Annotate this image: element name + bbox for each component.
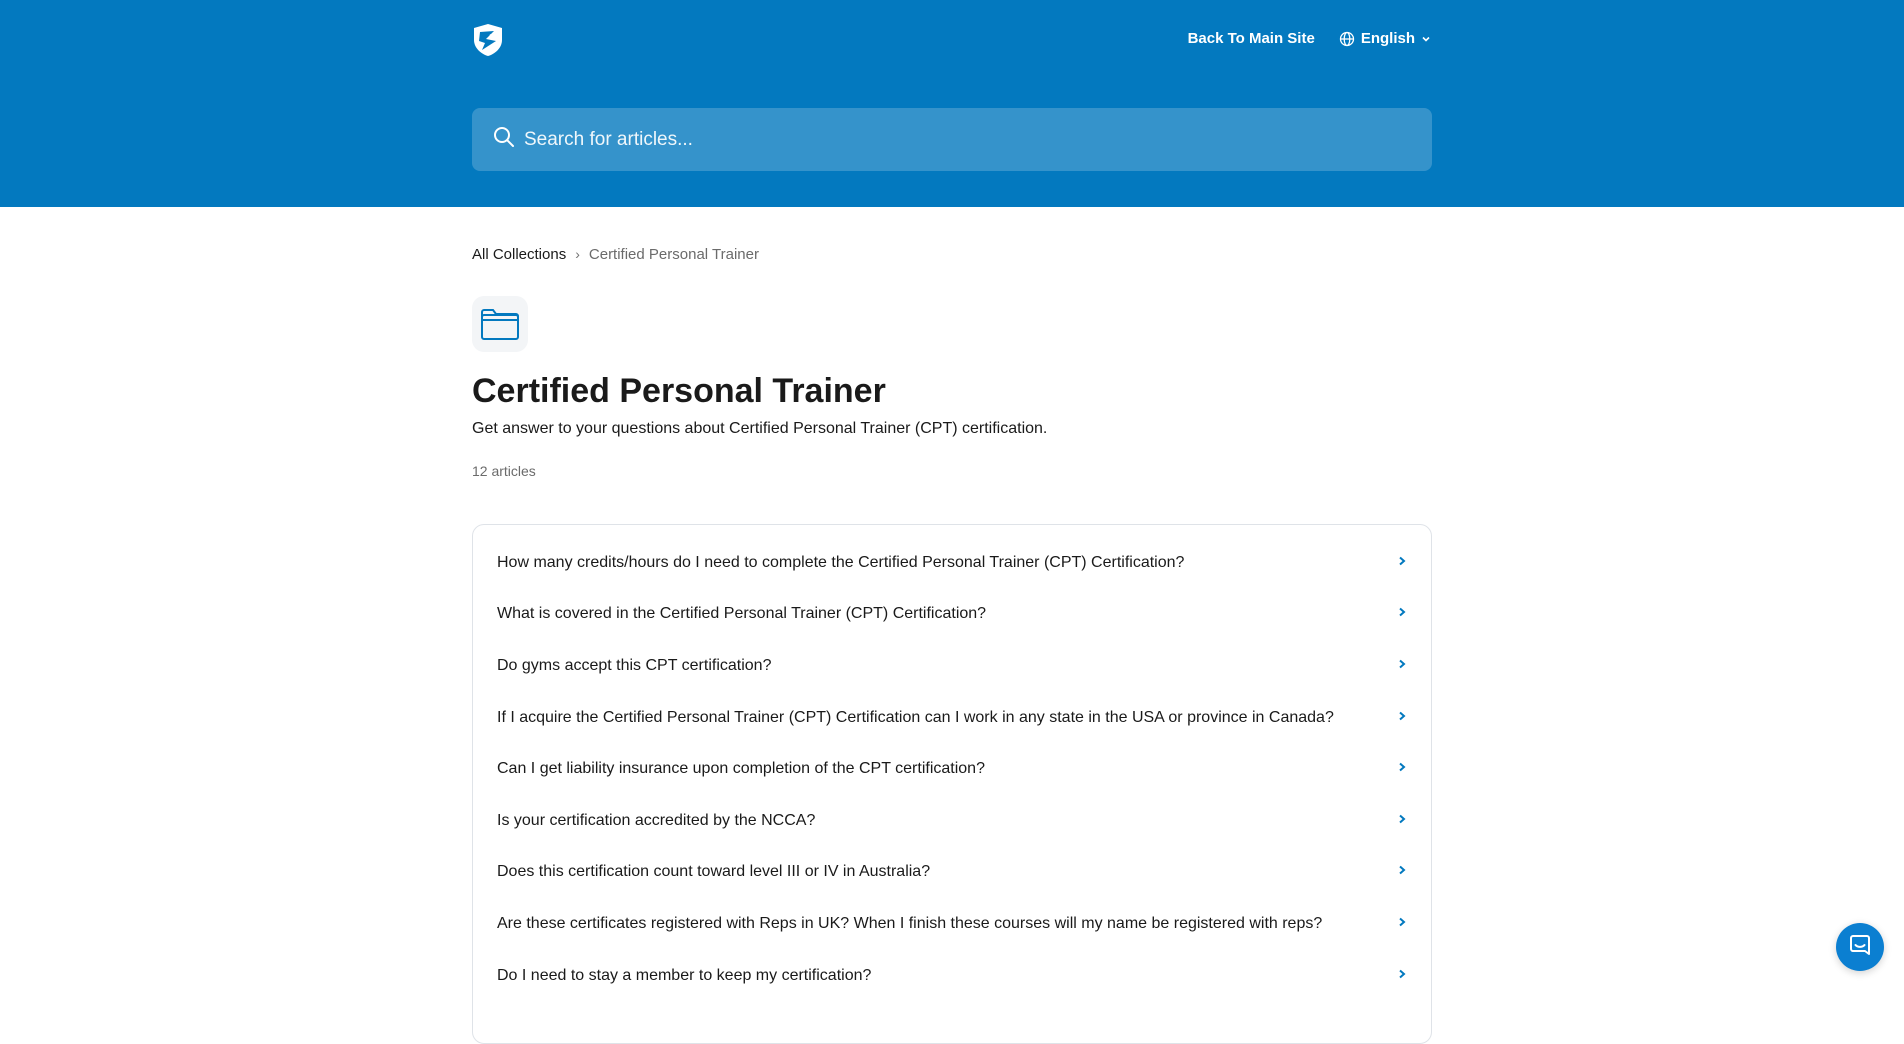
chevron-right-icon <box>1397 657 1407 675</box>
breadcrumb-all-collections[interactable]: All Collections <box>472 246 566 263</box>
article-title: What is covered in the Certified Persona… <box>497 605 987 623</box>
article-title: Are these certificates registered with R… <box>497 914 1323 932</box>
chevron-right-icon <box>1397 709 1407 727</box>
messenger-launcher-button[interactable] <box>1836 923 1884 971</box>
folder-icon <box>472 296 528 352</box>
chevron-right-icon <box>1397 812 1407 830</box>
page-title: Certified Personal Trainer <box>472 372 886 410</box>
search-bar <box>472 108 1432 171</box>
article-title: How many credits/hours do I need to comp… <box>497 553 1185 571</box>
article-title: Do I need to stay a member to keep my ce… <box>497 966 872 984</box>
back-to-main-site-link[interactable]: Back To Main Site <box>1188 30 1315 47</box>
article-count: 12 articles <box>472 463 536 479</box>
article-title: If I acquire the Certified Personal Trai… <box>497 708 1334 726</box>
article-link[interactable]: Is your certification accredited by the … <box>473 795 1431 847</box>
language-label: English <box>1360 30 1415 47</box>
article-link[interactable]: Are these certificates registered with R… <box>473 898 1431 950</box>
language-selector[interactable]: English <box>1339 30 1431 47</box>
article-link[interactable]: Do I need to stay a member to keep my ce… <box>473 950 1431 1002</box>
globe-icon <box>1339 31 1355 47</box>
chevron-right-icon <box>1397 863 1407 881</box>
shield-logo-icon[interactable] <box>470 22 506 58</box>
chevron-right-icon <box>1397 915 1407 933</box>
chevron-down-icon <box>1421 34 1431 44</box>
chevron-right-icon <box>1397 760 1407 778</box>
article-list: How many credits/hours do I need to comp… <box>472 524 1432 1044</box>
breadcrumb-current: Certified Personal Trainer <box>588 245 759 263</box>
article-link[interactable]: Does this certification count toward lev… <box>473 847 1431 899</box>
article-link[interactable]: Do gyms accept this CPT certification? <box>473 640 1431 692</box>
site-header: Back To Main Site English <box>0 0 1904 207</box>
header-nav: Back To Main Site English <box>1188 30 1431 47</box>
collection-description: Get answer to your questions about Certi… <box>472 420 1048 437</box>
article-title: Do gyms accept this CPT certification? <box>497 656 772 674</box>
search-input[interactable] <box>524 108 1432 171</box>
search-icon <box>492 125 516 154</box>
breadcrumb-separator: › <box>575 246 580 262</box>
breadcrumb: All Collections › Certified Personal Tra… <box>472 244 1432 264</box>
chevron-right-icon <box>1397 967 1407 985</box>
article-title: Is your certification accredited by the … <box>497 811 816 829</box>
chevron-right-icon <box>1397 554 1407 572</box>
article-link[interactable]: How many credits/hours do I need to comp… <box>473 537 1431 589</box>
article-link[interactable]: What is covered in the Certified Persona… <box>473 589 1431 641</box>
article-title: Can I get liability insurance upon compl… <box>497 760 985 778</box>
article-link[interactable]: Can I get liability insurance upon compl… <box>473 743 1431 795</box>
article-title: Does this certification count toward lev… <box>497 863 931 881</box>
article-link[interactable]: If I acquire the Certified Personal Trai… <box>473 692 1431 744</box>
chevron-right-icon <box>1397 605 1407 623</box>
collection-content: All Collections › Certified Personal Tra… <box>472 244 1432 1044</box>
chat-bubble-icon <box>1848 933 1872 962</box>
